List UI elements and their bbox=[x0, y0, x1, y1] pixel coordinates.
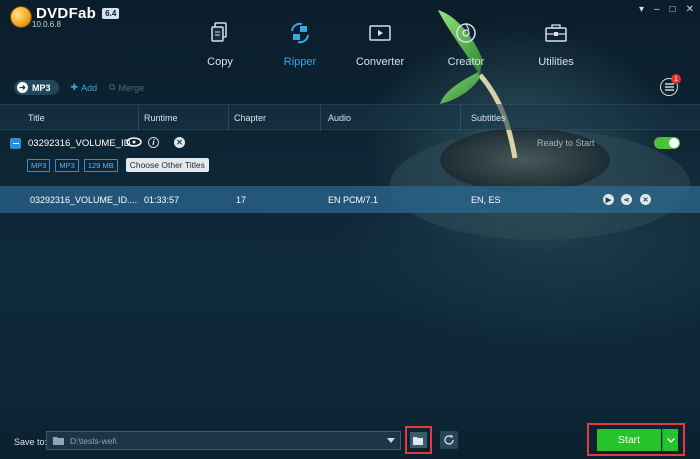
save-to-label: Save to: bbox=[14, 437, 48, 447]
choose-other-titles-button[interactable]: Choose Other Titles bbox=[125, 158, 209, 172]
main-nav: Copy Ripper Converter Creator Utilities bbox=[180, 20, 596, 68]
merge-icon: ⧉ bbox=[109, 82, 116, 92]
footer-bar: Save to: D:\tests-wel\ Start bbox=[0, 420, 700, 459]
window-controls: ▾ – □ ✕ bbox=[639, 4, 694, 15]
status-text: Ready to Start bbox=[537, 138, 595, 148]
column-runtime: Runtime bbox=[144, 113, 178, 123]
table-header: Title Runtime Chapter Audio Subtitles bbox=[0, 104, 700, 131]
remove-title-icon[interactable]: ✕ bbox=[174, 137, 185, 148]
column-chapter: Chapter bbox=[234, 113, 267, 123]
nav-creator-label: Creator bbox=[447, 56, 485, 68]
start-button[interactable]: Start bbox=[597, 429, 661, 451]
arrow-right-icon: ➜ bbox=[17, 82, 28, 93]
converter-icon bbox=[369, 25, 391, 41]
main-menu-button[interactable]: 1 bbox=[660, 74, 681, 96]
chevron-down-icon bbox=[666, 437, 675, 443]
close-icon[interactable]: ✕ bbox=[686, 4, 694, 15]
start-options-button[interactable] bbox=[662, 429, 678, 451]
minimize-icon[interactable]: – bbox=[654, 4, 660, 15]
refresh-icon bbox=[444, 434, 454, 445]
start-highlight: Start bbox=[587, 423, 685, 456]
track-title: 03292316_VOLUME_ID.... bbox=[30, 195, 138, 205]
ripper-icon bbox=[291, 22, 309, 44]
utilities-icon bbox=[545, 24, 567, 42]
browse-highlight bbox=[405, 426, 432, 454]
audio-format-tag[interactable]: MP3 bbox=[55, 158, 79, 172]
nav-converter-label: Converter bbox=[355, 56, 405, 68]
open-folder-icon bbox=[413, 436, 423, 445]
profile-label: MP3 bbox=[32, 82, 51, 93]
creator-icon bbox=[456, 23, 476, 43]
track-audio[interactable]: EN PCM/7.1 bbox=[328, 195, 378, 205]
track-runtime: 01:33:57 bbox=[144, 195, 180, 205]
nav-utilities-label: Utilities bbox=[538, 56, 574, 68]
iso-refresh-button[interactable] bbox=[440, 431, 458, 449]
column-divider bbox=[138, 105, 139, 131]
nav-copy-label: Copy bbox=[207, 56, 233, 68]
save-path-value: D:\tests-wel\ bbox=[70, 435, 117, 446]
toolbar: ➜ MP3 ✚ Add ⧉ Merge bbox=[14, 80, 144, 95]
merge-button[interactable]: ⧉ Merge bbox=[109, 82, 144, 93]
collapse-checkbox[interactable] bbox=[10, 138, 21, 149]
volume-name: 03292316_VOLUME_ID bbox=[28, 138, 131, 149]
chevron-down-icon[interactable] bbox=[387, 438, 395, 443]
dvdfab-logo-icon bbox=[10, 6, 32, 28]
bluray-disc-icon bbox=[126, 137, 142, 147]
plus-icon: ✚ bbox=[70, 82, 79, 92]
browse-folder-button[interactable] bbox=[410, 432, 427, 448]
info-icon[interactable]: i bbox=[148, 137, 159, 148]
play-icon[interactable]: ▶ bbox=[603, 194, 614, 205]
nav-ripper[interactable]: Ripper bbox=[260, 20, 340, 68]
save-path-field[interactable]: D:\tests-wel\ bbox=[46, 431, 401, 450]
folder-icon bbox=[53, 437, 64, 445]
nav-ripper-label: Ripper bbox=[283, 56, 317, 68]
format-tag[interactable]: MP3 bbox=[27, 158, 51, 172]
dvdfab-window: DVDFab 6.4 10.0.6.8 ▾ – □ ✕ Copy Ripper C… bbox=[0, 0, 700, 459]
column-audio: Audio bbox=[328, 113, 352, 123]
nav-converter[interactable]: Converter bbox=[340, 20, 420, 68]
profile-selector[interactable]: ➜ MP3 bbox=[14, 80, 59, 95]
app-logo: DVDFab 6.4 bbox=[10, 6, 120, 28]
title-group: 03292316_VOLUME_ID i ✕ Ready to Start MP… bbox=[0, 130, 700, 186]
nav-creator[interactable]: Creator bbox=[426, 20, 506, 68]
maximize-icon[interactable]: □ bbox=[670, 4, 676, 15]
version-badge: 6.4 bbox=[102, 8, 120, 19]
nav-copy[interactable]: Copy bbox=[180, 20, 260, 68]
hamburger-icon bbox=[664, 83, 674, 91]
table-row[interactable]: 03292316_VOLUME_ID.... 01:33:57 17 EN PC… bbox=[0, 186, 700, 213]
nav-utilities[interactable]: Utilities bbox=[516, 20, 596, 68]
column-subtitles: Subtitles bbox=[471, 113, 506, 123]
column-divider bbox=[228, 105, 229, 131]
dropdown-menu-icon[interactable]: ▾ bbox=[639, 4, 644, 15]
title-tags: MP3 MP3 129 MB Choose Other Titles bbox=[27, 158, 209, 172]
merge-label: Merge bbox=[118, 82, 145, 93]
build-number: 10.0.6.8 bbox=[32, 20, 61, 29]
track-chapter: 17 bbox=[236, 195, 247, 205]
share-icon[interactable]: ⋖ bbox=[621, 194, 632, 205]
column-divider bbox=[460, 105, 461, 131]
add-label: Add bbox=[81, 82, 98, 93]
column-divider bbox=[320, 105, 321, 131]
column-title: Title bbox=[28, 113, 45, 123]
add-button[interactable]: ✚ Add bbox=[71, 82, 98, 93]
track-subtitles[interactable]: EN, ES bbox=[471, 195, 501, 205]
enable-toggle[interactable] bbox=[654, 137, 680, 149]
size-tag: 129 MB bbox=[83, 158, 118, 172]
remove-track-icon[interactable]: ✕ bbox=[640, 194, 651, 205]
notification-badge: 1 bbox=[671, 74, 681, 84]
copy-icon bbox=[211, 22, 227, 42]
